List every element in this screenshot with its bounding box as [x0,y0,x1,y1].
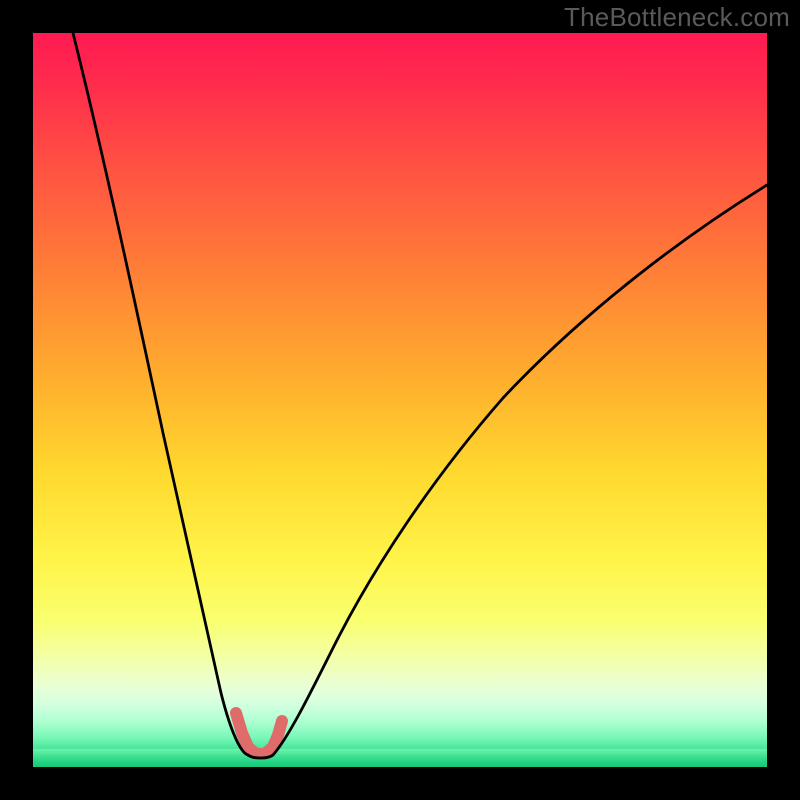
curve-left-branch [73,33,248,755]
trough-marker [236,713,282,754]
watermark-text: TheBottleneck.com [564,2,790,33]
chart-svg [33,33,767,767]
chart-plot-area [33,33,767,767]
curve-right-branch [273,185,767,755]
